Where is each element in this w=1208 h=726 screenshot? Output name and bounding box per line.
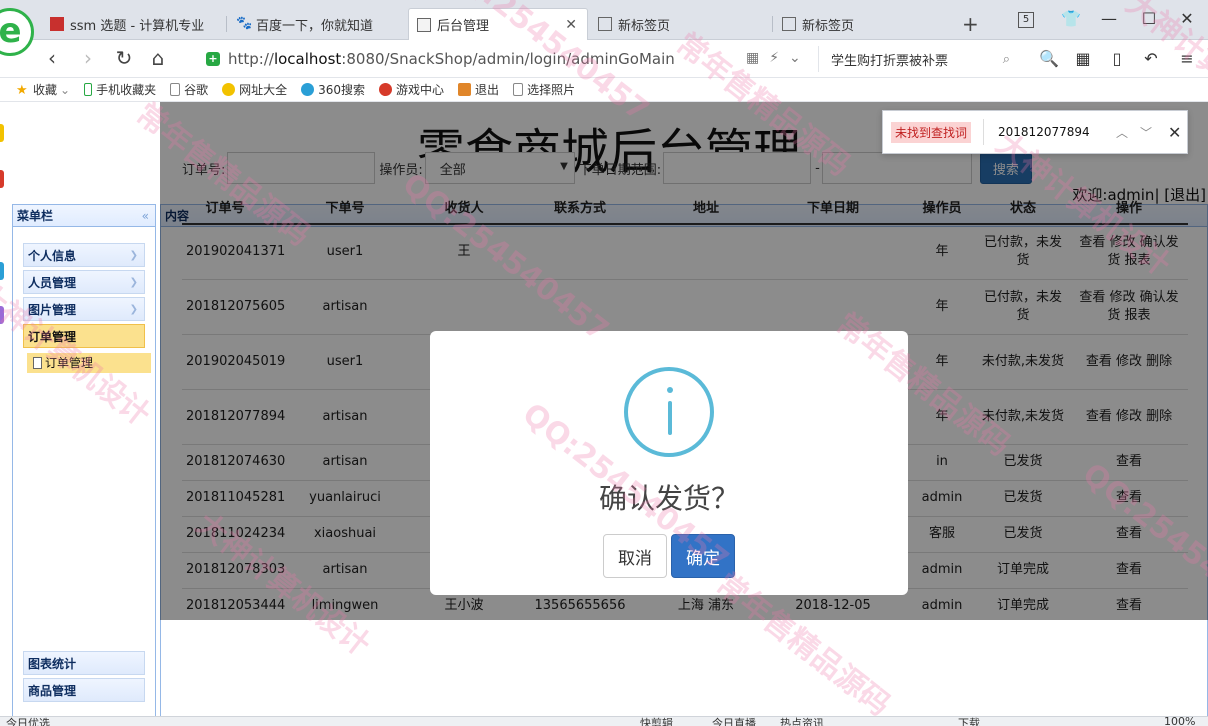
menu-item-products[interactable]: 商品管理 (23, 678, 145, 702)
grid-favicon-icon (782, 17, 796, 31)
sites-icon (222, 83, 236, 96)
search360-icon (301, 83, 315, 96)
tab-separator (226, 16, 227, 32)
collapse-icon[interactable]: « (142, 205, 149, 227)
maximize-icon[interactable]: ☐ (1138, 9, 1160, 28)
url-text: http://localhost:8080/SnackShop/admin/lo… (228, 50, 675, 68)
tab-count-badge[interactable]: 5 (1018, 12, 1034, 28)
new-tab-button[interactable]: + (962, 12, 979, 36)
tab-ssm[interactable]: ssm 选题 - 计算机专业 (42, 8, 224, 40)
ssm-favicon-icon (50, 17, 64, 31)
sidebar-strip (0, 102, 10, 722)
status-item[interactable]: 下载 (958, 717, 980, 726)
chevron-down-icon: ❯ (129, 304, 138, 315)
star-icon: ★ (16, 83, 28, 98)
find-next-icon[interactable]: ﹀ (1140, 124, 1152, 141)
menu-icon[interactable]: ≡ (1176, 49, 1198, 68)
browser-search-input[interactable]: 学生购打折票被补票 ⌕ (818, 46, 1018, 72)
reading-icon[interactable]: ▯ (1106, 49, 1128, 68)
secure-shield-icon: + (206, 52, 220, 66)
dialog-buttons: 取消 确定 (430, 534, 908, 578)
chevron-down-icon: ❯ (129, 250, 138, 261)
chevron-down-icon: ⌄ (60, 82, 71, 97)
status-item[interactable]: 热点资讯 (780, 717, 824, 726)
url-action-icons[interactable]: ▦⚡⌄ (746, 50, 811, 66)
cancel-button[interactable]: 取消 (603, 534, 667, 578)
bookmark-games[interactable]: 游戏中心 (379, 81, 444, 98)
exit-icon (458, 83, 472, 96)
bookmark-360[interactable]: 360搜索 (301, 81, 365, 98)
address-bar: ‹ › ↻ ⌂ + http://localhost:8080/SnackSho… (0, 40, 1208, 78)
submenu-item-orders[interactable]: 订单管理 (27, 353, 151, 373)
find-bar: 未找到查找词 201812077894 ︿ ﹀ ✕ (882, 110, 1188, 154)
zoom-level[interactable]: 100% (1164, 717, 1195, 726)
menu-item-orders[interactable]: 订单管理 (23, 324, 145, 348)
find-status: 未找到查找词 (891, 121, 972, 143)
shirt-skin-icon[interactable]: 👕 (1060, 9, 1082, 28)
menu-item-images[interactable]: 图片管理 ❯ (23, 297, 145, 321)
status-item[interactable]: 今日直播 (712, 717, 756, 726)
info-icon (624, 367, 714, 457)
find-input[interactable]: 201812077894 (998, 125, 1110, 139)
confirm-button[interactable]: 确定 (671, 534, 735, 578)
confirm-ship-dialog: 确认发货？ 取消 确定 (430, 331, 908, 595)
url-field[interactable]: + http://localhost:8080/SnackShop/admin/… (196, 46, 806, 72)
find-divider (983, 119, 985, 145)
tab-title: 新标签页 (802, 18, 855, 34)
browser-tab-bar: e ssm 选题 - 计算机专业 🐾 百度一下，你就知道 后台管理 ✕ 新标签页… (0, 0, 1208, 56)
menu-item-profile[interactable]: 个人信息 ❯ (23, 243, 145, 267)
tab-title: 百度一下，你就知道 (256, 18, 374, 34)
grid-favicon-icon (598, 17, 612, 31)
tab-new-2[interactable]: 新标签页 (774, 8, 954, 40)
document-icon (33, 357, 42, 369)
bookmark-sites[interactable]: 网址大全 (222, 81, 287, 98)
tab-title: ssm 选题 - 计算机专业 (70, 18, 205, 34)
find-magnifier-icon[interactable]: 🔍 (1038, 49, 1060, 68)
tab-title: 新标签页 (618, 18, 671, 34)
tab-new-1[interactable]: 新标签页 (590, 8, 770, 40)
strip-marker (0, 306, 4, 324)
refresh-icon[interactable]: ↻ (112, 46, 136, 70)
menu-panel-header: 菜单栏 « (13, 205, 155, 227)
browser-status-bar: 今日优选 快剪辑 今日直播 热点资讯 下载 100% (0, 716, 1208, 726)
home-icon[interactable]: ⌂ (146, 46, 170, 70)
bookmark-google[interactable]: 谷歌 (170, 81, 208, 98)
game-icon (379, 83, 393, 96)
tab-separator (772, 16, 773, 32)
phone-icon (84, 83, 93, 96)
search-icon[interactable]: ⌕ (1003, 52, 1010, 67)
forward-icon[interactable]: › (76, 46, 100, 70)
close-window-icon[interactable]: ✕ (1176, 9, 1198, 28)
find-close-icon[interactable]: ✕ (1168, 123, 1181, 142)
minimize-icon[interactable]: — (1098, 9, 1120, 28)
admin-favicon-icon (417, 17, 431, 32)
find-prev-icon[interactable]: ︿ (1116, 124, 1128, 141)
page-icon (513, 83, 524, 96)
status-item[interactable]: 快剪辑 (640, 717, 673, 726)
back-icon[interactable]: ‹ (40, 46, 64, 70)
status-left[interactable]: 今日优选 (6, 717, 50, 726)
menu-item-charts[interactable]: 图表统计 (23, 651, 145, 675)
chevron-down-icon: ❯ (129, 277, 138, 288)
undo-icon[interactable]: ↶ (1140, 49, 1162, 68)
tab-title: 后台管理 (437, 19, 490, 34)
menu-item-users[interactable]: 人员管理 ❯ (23, 270, 145, 294)
bookmark-photos[interactable]: 选择照片 (513, 81, 575, 98)
bookmark-exit[interactable]: 退出 (458, 81, 499, 98)
tab-admin[interactable]: 后台管理 ✕ (408, 8, 588, 40)
search-suggestion: 学生购打折票被补票 (831, 53, 949, 69)
bookmarks-bar: ★ 收藏 ⌄ 手机收藏夹 谷歌 网址大全 360搜索 游戏中心 退出 选择照片 (0, 78, 1208, 102)
dialog-title: 确认发货？ (598, 482, 739, 515)
bookmark-favorites[interactable]: ★ 收藏 ⌄ (16, 81, 71, 99)
bookmark-mobile[interactable]: 手机收藏夹 (84, 81, 156, 98)
tab-baidu[interactable]: 🐾 百度一下，你就知道 (228, 8, 406, 40)
apps-grid-icon[interactable]: ▦ (1072, 49, 1094, 68)
tab-close-icon[interactable]: ✕ (555, 17, 577, 33)
menu-panel: 菜单栏 « 个人信息 ❯ 人员管理 ❯ 图片管理 ❯ 订单管理 订单管理 图表统计 商品… (12, 204, 156, 722)
baidu-paw-icon: 🐾 (236, 16, 253, 31)
strip-marker (0, 262, 4, 280)
page-icon (170, 83, 181, 96)
